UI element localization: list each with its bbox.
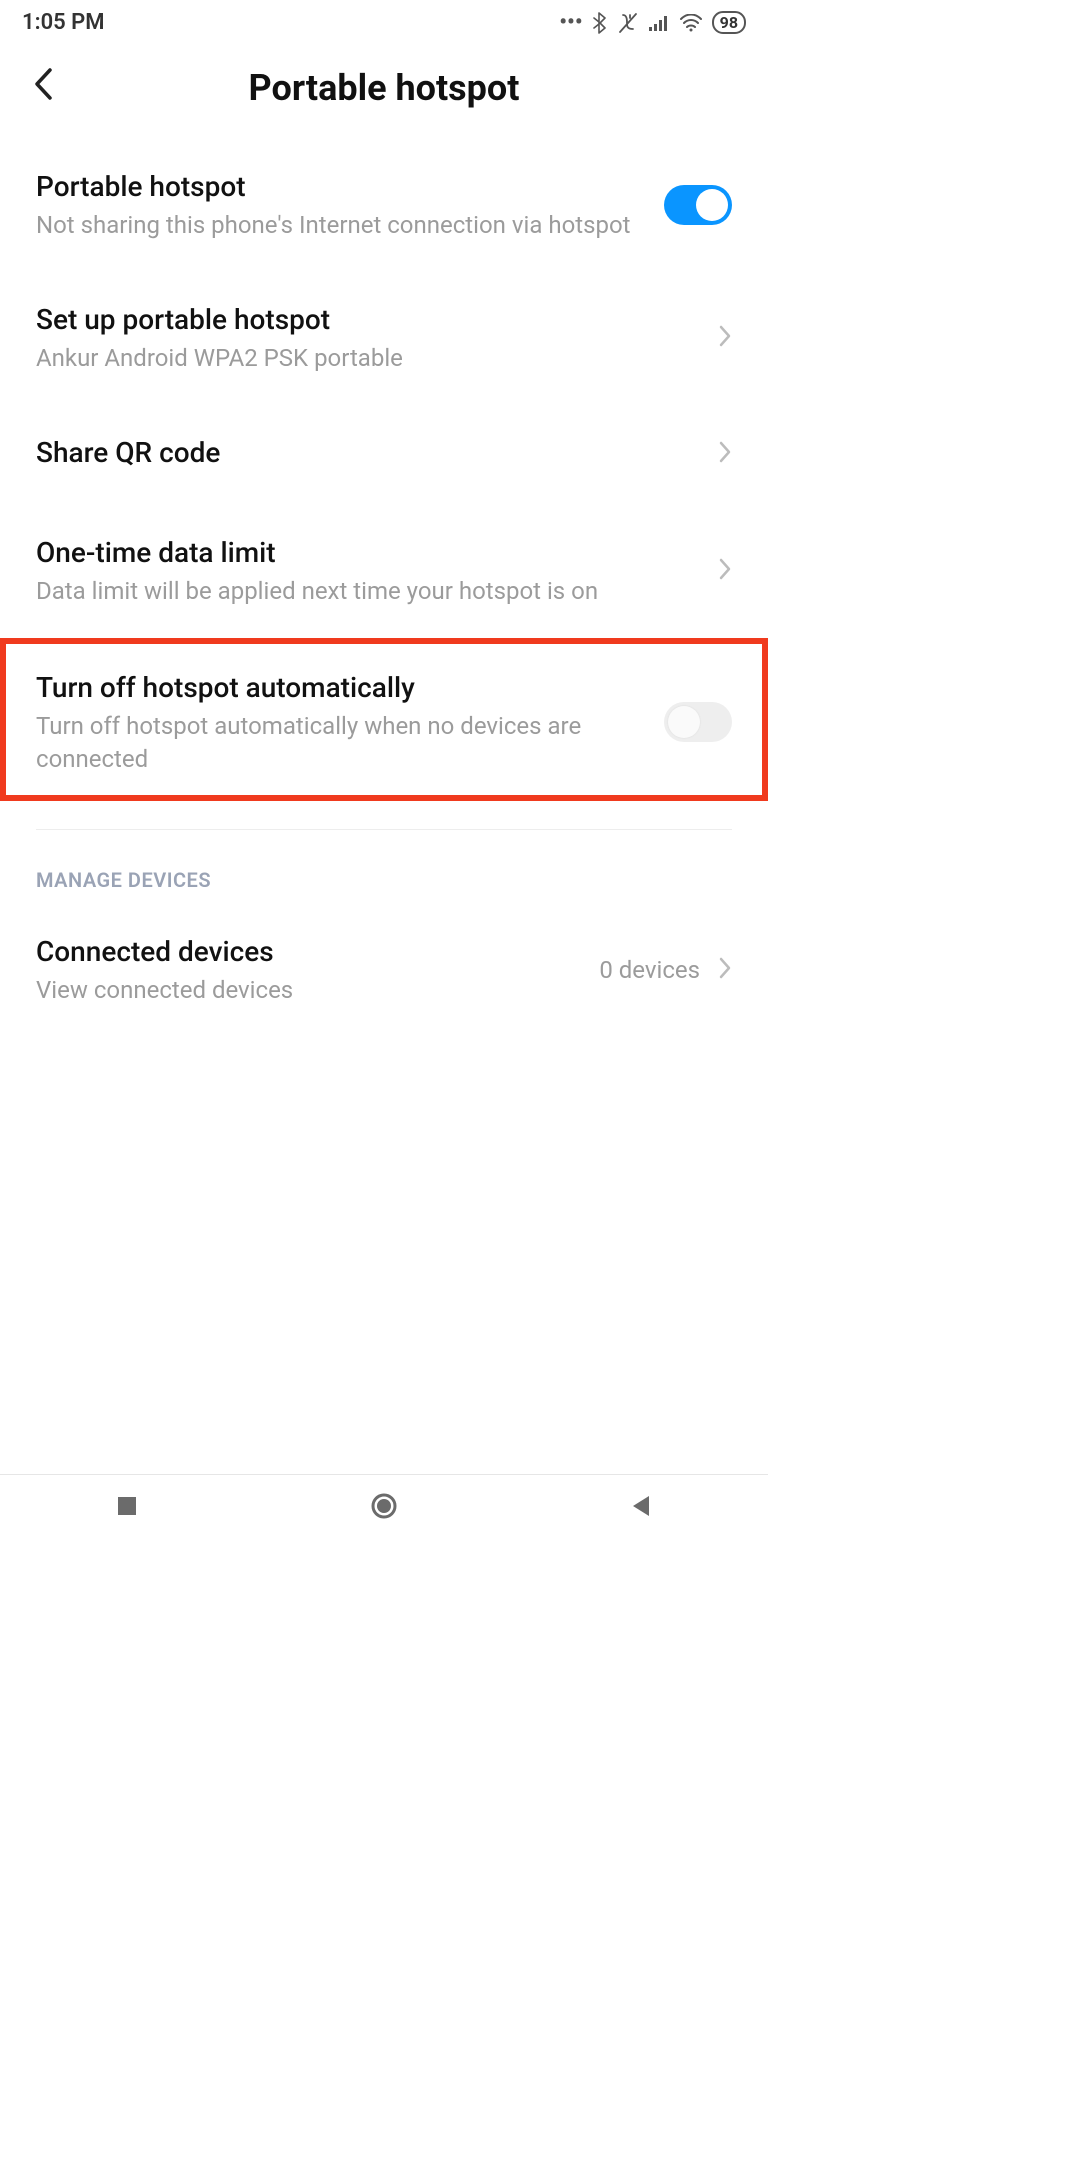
highlighted-row-container: Turn off hotspot automatically Turn off … — [0, 638, 768, 801]
row-subtitle: Turn off hotspot automatically when no d… — [36, 710, 646, 775]
row-connected-devices[interactable]: Connected devices View connected devices… — [36, 904, 732, 1037]
row-auto-off[interactable]: Turn off hotspot automatically Turn off … — [36, 658, 732, 775]
square-icon — [116, 1495, 138, 1517]
auto-off-toggle[interactable] — [664, 702, 732, 742]
status-icons: ••• 98 — [559, 10, 746, 35]
row-title: Turn off hotspot automatically — [36, 670, 646, 706]
more-dots-icon: ••• — [559, 10, 582, 35]
row-subtitle: Not sharing this phone's Internet connec… — [36, 209, 646, 241]
row-hotspot-toggle[interactable]: Portable hotspot Not sharing this phone'… — [36, 139, 732, 272]
row-title: Portable hotspot — [36, 169, 646, 205]
page-header: Portable hotspot — [0, 43, 768, 139]
chevron-right-icon — [718, 555, 732, 588]
chevron-right-icon — [718, 954, 732, 987]
signal-icon — [648, 14, 670, 32]
connected-devices-count: 0 devices — [599, 956, 700, 984]
row-subtitle: Ankur Android WPA2 PSK portable — [36, 342, 700, 374]
nav-recents-button[interactable] — [116, 1495, 138, 1517]
back-button[interactable] — [32, 67, 54, 110]
navigation-bar — [0, 1474, 768, 1536]
row-subtitle: Data limit will be applied next time you… — [36, 575, 700, 607]
status-bar: 1:05 PM ••• 98 — [0, 0, 768, 43]
battery-level: 98 — [712, 11, 746, 34]
mute-icon — [617, 12, 639, 34]
row-data-limit[interactable]: One-time data limit Data limit will be a… — [36, 505, 732, 638]
hotspot-toggle[interactable] — [664, 185, 732, 225]
circle-icon — [370, 1492, 398, 1520]
row-subtitle: View connected devices — [36, 974, 581, 1006]
section-header-manage: MANAGE DEVICES — [36, 830, 732, 904]
nav-home-button[interactable] — [370, 1492, 398, 1520]
row-title: Share QR code — [36, 435, 700, 471]
row-setup-hotspot[interactable]: Set up portable hotspot Ankur Android WP… — [36, 272, 732, 405]
chevron-right-icon — [718, 322, 732, 355]
bluetooth-icon — [592, 12, 608, 34]
row-title: One-time data limit — [36, 535, 700, 571]
status-time: 1:05 PM — [22, 10, 105, 35]
row-title: Set up portable hotspot — [36, 302, 700, 338]
triangle-left-icon — [630, 1494, 652, 1518]
nav-back-button[interactable] — [630, 1494, 652, 1518]
page-title: Portable hotspot — [28, 67, 740, 109]
chevron-right-icon — [718, 438, 732, 471]
chevron-left-icon — [32, 67, 54, 101]
row-share-qr[interactable]: Share QR code — [36, 405, 732, 505]
wifi-icon — [679, 14, 703, 32]
row-title: Connected devices — [36, 934, 581, 970]
